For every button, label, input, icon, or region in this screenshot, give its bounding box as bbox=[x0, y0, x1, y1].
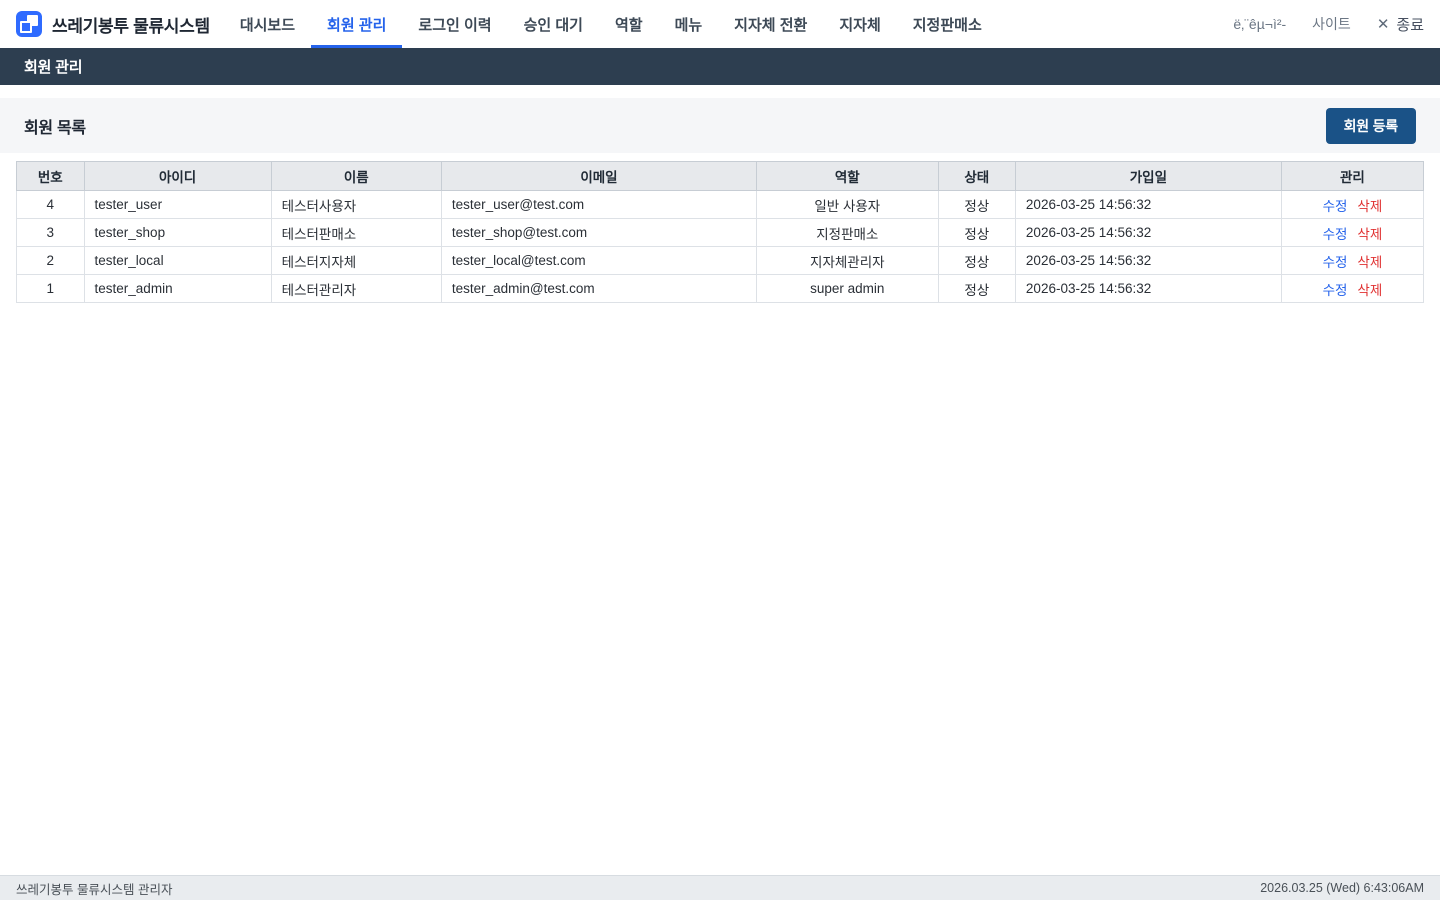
delete-link[interactable]: 삭제 bbox=[1357, 227, 1382, 242]
table-header-row: 번호 아이디 이름 이메일 역할 상태 가입일 관리 bbox=[16, 161, 1425, 191]
nav-item-login-history[interactable]: 로그인 이력 bbox=[402, 0, 507, 48]
member-table-container: 번호 아이디 이름 이메일 역할 상태 가입일 관리 4 tester_user… bbox=[16, 161, 1425, 303]
page-title: 회원 관리 bbox=[24, 59, 83, 76]
cell-id: tester_local bbox=[83, 246, 272, 275]
cell-id: tester_user bbox=[83, 190, 272, 219]
cell-email: tester_admin@test.com bbox=[440, 274, 758, 303]
close-icon: ✕ bbox=[1376, 15, 1390, 33]
section-header: 회원 목록 회원 등록 bbox=[0, 98, 1440, 153]
cell-manage: 수정 삭제 bbox=[1280, 246, 1425, 275]
nav-item-approval-pending[interactable]: 승인 대기 bbox=[508, 0, 599, 48]
exit-button[interactable]: ✕ 종료 bbox=[1377, 14, 1424, 35]
cell-email: tester_local@test.com bbox=[440, 246, 758, 275]
table-row: 3 tester_shop 테스터판매소 tester_shop@test.co… bbox=[16, 218, 1425, 247]
cell-joined: 2026-03-25 14:56:32 bbox=[1014, 190, 1282, 219]
cell-status: 정상 bbox=[937, 246, 1016, 275]
footer-admin-label: 쓰레기봉투 물류시스템 관리자 bbox=[16, 882, 173, 897]
col-header-joined: 가입일 bbox=[1014, 161, 1282, 191]
cell-joined: 2026-03-25 14:56:32 bbox=[1014, 218, 1282, 247]
cell-manage: 수정 삭제 bbox=[1280, 218, 1425, 247]
delete-link[interactable]: 삭제 bbox=[1357, 255, 1382, 270]
cell-name: 테스터관리자 bbox=[270, 274, 442, 303]
nav-item-municipality[interactable]: 지자체 bbox=[823, 0, 896, 48]
cell-email: tester_user@test.com bbox=[440, 190, 758, 219]
cell-status: 정상 bbox=[937, 190, 1016, 219]
logo-square-outline bbox=[20, 21, 32, 33]
col-header-email: 이메일 bbox=[440, 161, 758, 191]
cell-name: 테스터지자체 bbox=[270, 246, 442, 275]
page-header-bar: 회원 관리 bbox=[0, 48, 1440, 85]
col-header-manage: 관리 bbox=[1280, 161, 1425, 191]
exit-label: 종료 bbox=[1396, 16, 1424, 34]
cell-no: 1 bbox=[16, 274, 85, 303]
cell-no: 4 bbox=[16, 190, 85, 219]
cell-name: 테스터판매소 bbox=[270, 218, 442, 247]
cell-id: tester_admin bbox=[83, 274, 272, 303]
nav-item-municipality-switch[interactable]: 지자체 전환 bbox=[718, 0, 823, 48]
cell-email: tester_shop@test.com bbox=[440, 218, 758, 247]
nav-item-designated-shop[interactable]: 지정판매소 bbox=[897, 0, 998, 48]
org-name-label: ë‚¨êµ¬ì²- bbox=[1233, 16, 1287, 32]
member-register-button[interactable]: 회원 등록 bbox=[1325, 107, 1416, 144]
topbar-right: ë‚¨êµ¬ì²- 사이트 ✕ 종료 bbox=[1233, 14, 1424, 35]
cell-role: 지자체관리자 bbox=[756, 246, 939, 275]
nav-item-member-management[interactable]: 회원 관리 bbox=[311, 0, 403, 48]
col-header-id: 아이디 bbox=[83, 161, 272, 191]
cell-joined: 2026-03-25 14:56:32 bbox=[1014, 246, 1282, 275]
site-link[interactable]: 사이트 bbox=[1312, 14, 1351, 34]
table-row: 2 tester_local 테스터지자체 tester_local@test.… bbox=[16, 246, 1425, 275]
cell-manage: 수정 삭제 bbox=[1280, 190, 1425, 219]
section-title: 회원 목록 bbox=[24, 119, 86, 137]
col-header-no: 번호 bbox=[16, 161, 85, 191]
cell-no: 2 bbox=[16, 246, 85, 275]
main-nav: 대시보드 회원 관리 로그인 이력 승인 대기 역할 메뉴 지자체 전환 지자체… bbox=[224, 0, 998, 48]
nav-item-menu[interactable]: 메뉴 bbox=[659, 0, 719, 48]
col-header-role: 역할 bbox=[756, 161, 939, 191]
cell-role: 지정판매소 bbox=[756, 218, 939, 247]
delete-link[interactable]: 삭제 bbox=[1357, 199, 1382, 214]
delete-link[interactable]: 삭제 bbox=[1357, 283, 1382, 298]
col-header-status: 상태 bbox=[937, 161, 1016, 191]
nav-item-dashboard[interactable]: 대시보드 bbox=[224, 0, 311, 48]
table-row: 4 tester_user 테스터사용자 tester_user@test.co… bbox=[16, 190, 1425, 219]
table-row: 1 tester_admin 테스터관리자 tester_admin@test.… bbox=[16, 274, 1425, 303]
nav-item-roles[interactable]: 역할 bbox=[599, 0, 659, 48]
edit-link[interactable]: 수정 bbox=[1323, 227, 1348, 242]
cell-no: 3 bbox=[16, 218, 85, 247]
cell-role: super admin bbox=[756, 274, 939, 303]
footer-bar: 쓰레기봉투 물류시스템 관리자 2026.03.25 (Wed) 6:43:06… bbox=[0, 875, 1440, 900]
cell-status: 정상 bbox=[937, 218, 1016, 247]
member-table: 번호 아이디 이름 이메일 역할 상태 가입일 관리 4 tester_user… bbox=[16, 161, 1425, 303]
cell-role: 일반 사용자 bbox=[756, 190, 939, 219]
cell-joined: 2026-03-25 14:56:32 bbox=[1014, 274, 1282, 303]
top-navigation-bar: 쓰레기봉투 물류시스템 대시보드 회원 관리 로그인 이력 승인 대기 역할 메… bbox=[0, 0, 1440, 48]
app-root: { "topbar": { "brand": "쓰레기봉투 물류시스템", "n… bbox=[0, 0, 1440, 900]
app-title: 쓰레기봉투 물류시스템 bbox=[52, 16, 210, 36]
cell-name: 테스터사용자 bbox=[270, 190, 442, 219]
edit-link[interactable]: 수정 bbox=[1323, 255, 1348, 270]
brand: 쓰레기봉투 물류시스템 bbox=[16, 11, 210, 37]
app-logo-icon bbox=[16, 11, 42, 37]
footer-datetime: 2026.03.25 (Wed) 6:43:06AM bbox=[1260, 881, 1424, 895]
cell-id: tester_shop bbox=[83, 218, 272, 247]
edit-link[interactable]: 수정 bbox=[1323, 199, 1348, 214]
edit-link[interactable]: 수정 bbox=[1323, 283, 1348, 298]
cell-manage: 수정 삭제 bbox=[1280, 274, 1425, 303]
cell-status: 정상 bbox=[937, 274, 1016, 303]
col-header-name: 이름 bbox=[270, 161, 442, 191]
